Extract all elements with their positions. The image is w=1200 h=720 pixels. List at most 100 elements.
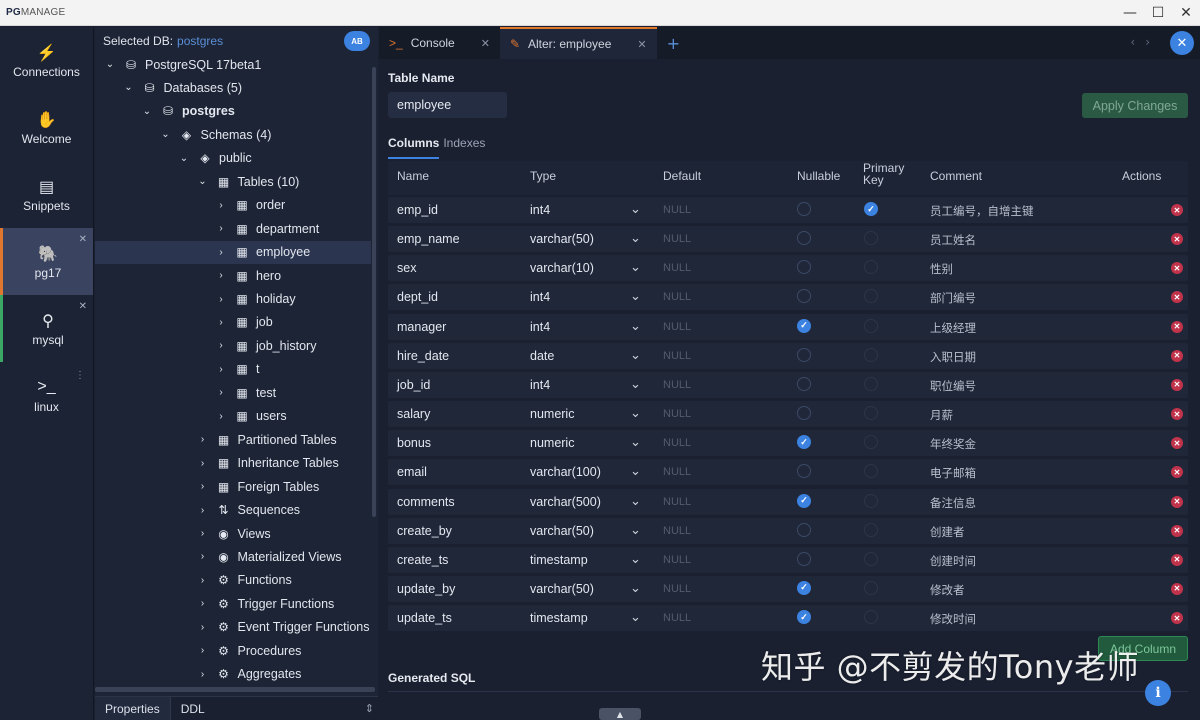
column-default-input[interactable]: NULL	[663, 466, 691, 478]
column-default-input[interactable]: NULL	[663, 291, 691, 303]
chevron-down-icon[interactable]: ⌄	[122, 82, 136, 93]
column-comment-input[interactable]: 修改时间	[930, 611, 976, 627]
tree-node[interactable]: ⌄ ◈ public	[95, 147, 371, 170]
tab-alter-employee[interactable]: ✎ Alter: employee ✕	[499, 27, 657, 59]
chevron-right-icon[interactable]: ›	[214, 411, 228, 422]
chevron-right-icon[interactable]: ›	[196, 551, 210, 562]
delete-column-icon[interactable]: ✕	[1171, 262, 1183, 275]
tree-node[interactable]: › ◉ Views	[95, 522, 371, 545]
column-comment-input[interactable]: 性别	[930, 261, 953, 277]
delete-column-icon[interactable]: ✕	[1171, 437, 1183, 450]
delete-column-icon[interactable]: ✕	[1171, 233, 1183, 246]
rail-item-mysql[interactable]: ⚲ mysql ✕	[0, 295, 93, 362]
column-comment-input[interactable]: 电子邮箱	[930, 465, 976, 481]
tree-node[interactable]: › ⚙ Aggregates	[95, 663, 371, 686]
chevron-right-icon[interactable]: ›	[214, 223, 228, 234]
column-name-input[interactable]: hire_date	[397, 349, 449, 363]
tree-node[interactable]: ⌄ ⛁ Databases (5)	[95, 76, 371, 99]
close-icon[interactable]: ✕	[637, 38, 646, 51]
chevron-down-icon[interactable]: ⌄	[140, 106, 154, 117]
delete-column-icon[interactable]: ✕	[1171, 466, 1183, 479]
column-name-input[interactable]: comments	[397, 495, 455, 509]
delete-column-icon[interactable]: ✕	[1171, 495, 1183, 508]
column-name-input[interactable]: manager	[397, 320, 446, 334]
tree-node[interactable]: › ▦ Foreign Tables	[95, 475, 371, 498]
tree-node[interactable]: ⌄ ⛁ PostgreSQL 17beta1	[95, 53, 371, 76]
column-type-select[interactable]: varchar(100)	[530, 465, 601, 479]
chevron-right-icon[interactable]: ›	[214, 294, 228, 305]
rail-item-pg17[interactable]: 🐘 pg17 ✕	[0, 228, 93, 295]
chevron-right-icon[interactable]: ›	[196, 528, 210, 539]
tab-properties[interactable]: Properties	[95, 697, 171, 720]
nullable-checkbox[interactable]: ✓	[797, 610, 811, 625]
chevron-right-icon[interactable]: ›	[214, 364, 228, 375]
tree-node[interactable]: › ▦ Inheritance Tables	[95, 452, 371, 475]
chevron-right-icon[interactable]: ›	[214, 387, 228, 398]
column-comment-input[interactable]: 员工编号，自增主键	[930, 203, 1034, 219]
column-default-input[interactable]: NULL	[663, 379, 691, 391]
tab-ddl[interactable]: DDL	[171, 697, 215, 720]
nullable-checkbox[interactable]	[797, 406, 811, 421]
tree-node[interactable]: ⌄ ▦ Tables (10)	[95, 170, 371, 193]
primary-key-checkbox[interactable]	[864, 610, 878, 625]
spellcheck-toggle-button[interactable]: AB	[344, 31, 370, 51]
column-type-select[interactable]: varchar(50)	[530, 582, 594, 596]
tree-node[interactable]: › ⚙ Trigger Functions	[95, 592, 371, 615]
column-type-select[interactable]: int4	[530, 203, 550, 217]
chevron-down-icon[interactable]: ⌄	[630, 493, 641, 509]
chevron-right-icon[interactable]: ›	[196, 669, 210, 680]
delete-column-icon[interactable]: ✕	[1171, 524, 1183, 537]
column-comment-input[interactable]: 创建时间	[930, 553, 976, 569]
column-name-input[interactable]: salary	[397, 407, 430, 421]
primary-key-checkbox[interactable]	[864, 289, 878, 304]
nullable-checkbox[interactable]: ✓	[797, 580, 811, 595]
nullable-checkbox[interactable]: ✓	[797, 493, 811, 508]
tree-node[interactable]: › ▦ holiday	[95, 288, 371, 311]
nullable-checkbox[interactable]	[797, 231, 811, 246]
column-type-select[interactable]: varchar(500)	[530, 495, 601, 509]
chevron-right-icon[interactable]: ›	[214, 270, 228, 281]
column-name-input[interactable]: job_id	[397, 378, 430, 392]
nullable-checkbox[interactable]	[797, 522, 811, 537]
tree-node[interactable]: › ▦ job	[95, 311, 371, 334]
tree-node[interactable]: ⌄ ⛁ postgres	[95, 100, 371, 123]
delete-column-icon[interactable]: ✕	[1171, 204, 1183, 216]
chevron-down-icon[interactable]: ⌄	[630, 580, 641, 596]
chevron-down-icon[interactable]: ⌄	[630, 318, 641, 334]
delete-column-icon[interactable]: ✕	[1171, 320, 1183, 333]
chevron-down-icon[interactable]: ⌄	[630, 522, 641, 538]
column-type-select[interactable]: varchar(10)	[530, 261, 594, 275]
rail-item-snippets[interactable]: ▤ Snippets	[0, 161, 93, 228]
resize-handle-icon[interactable]: ⇕	[365, 697, 374, 720]
nullable-checkbox[interactable]	[797, 260, 811, 275]
nullable-checkbox[interactable]	[797, 347, 811, 362]
column-default-input[interactable]: NULL	[663, 321, 691, 333]
chevron-right-icon[interactable]: ›	[214, 340, 228, 351]
column-default-input[interactable]: NULL	[663, 204, 691, 216]
maximize-button[interactable]: ☐	[1144, 0, 1172, 26]
chevron-down-icon[interactable]: ⌄	[103, 59, 117, 70]
tree-node[interactable]: › ▦ employee	[95, 240, 371, 264]
column-comment-input[interactable]: 部门编号	[930, 290, 976, 306]
close-window-button[interactable]: ✕	[1172, 0, 1200, 26]
primary-key-checkbox[interactable]	[864, 406, 878, 421]
tree-node[interactable]: ⌄ ◈ Schemas (4)	[95, 123, 371, 146]
primary-key-checkbox[interactable]	[864, 522, 878, 537]
table-name-input[interactable]: employee	[388, 92, 507, 118]
chevron-down-icon[interactable]: ⌄	[630, 288, 641, 304]
column-name-input[interactable]: dept_id	[397, 290, 438, 304]
primary-key-checkbox[interactable]	[864, 580, 878, 595]
tree-node[interactable]: › ▦ Partitioned Tables	[95, 428, 371, 451]
column-type-select[interactable]: int4	[530, 378, 550, 392]
chevron-right-icon[interactable]: ›	[196, 434, 210, 445]
tab-columns[interactable]: Columns	[388, 136, 440, 159]
tree-node[interactable]: › ▦ t	[95, 358, 371, 381]
column-name-input[interactable]: email	[397, 465, 427, 479]
chevron-down-icon[interactable]: ⌄	[630, 463, 641, 479]
column-type-select[interactable]: varchar(50)	[530, 232, 594, 246]
column-default-input[interactable]: NULL	[663, 496, 691, 508]
chevron-right-icon[interactable]: ›	[196, 622, 210, 633]
chevron-down-icon[interactable]: ⌄	[177, 153, 191, 164]
delete-column-icon[interactable]: ✕	[1171, 612, 1183, 625]
column-name-input[interactable]: update_ts	[397, 611, 452, 625]
